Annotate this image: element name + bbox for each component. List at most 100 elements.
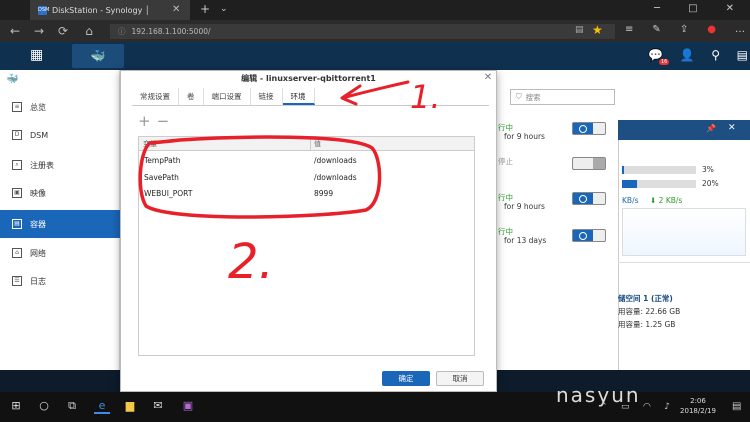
- container-toggle[interactable]: [572, 157, 606, 170]
- browser-toolbar-icons: ≡ ✎ ⇪ ● …: [625, 24, 745, 35]
- container-toggle[interactable]: [572, 192, 606, 205]
- sidebar-item-dsm[interactable]: D DSM: [0, 122, 120, 148]
- adblock-icon[interactable]: ●: [707, 24, 716, 35]
- back-button[interactable]: ←: [6, 22, 24, 40]
- dialog-close-icon[interactable]: ✕: [482, 72, 494, 84]
- overview-icon: ≡: [12, 102, 22, 112]
- env-value: /downloads: [314, 156, 357, 165]
- ok-button[interactable]: 确定: [382, 371, 430, 386]
- reading-view-icon[interactable]: ▤: [575, 25, 584, 35]
- action-center-icon[interactable]: ▤: [732, 401, 741, 412]
- browser-tab[interactable]: DSM DiskStation - Synology │: [30, 0, 190, 20]
- notes-icon[interactable]: ✎: [652, 24, 660, 35]
- container-toggle[interactable]: [572, 122, 606, 135]
- table-row[interactable]: TempPath /downloads: [139, 153, 474, 169]
- sidebar-item-registry[interactable]: ⌕ 注册表: [0, 152, 120, 178]
- notification-badge: 16: [659, 59, 670, 65]
- favorite-star-icon[interactable]: ★: [592, 23, 603, 37]
- sidebar-item-label: 总览: [30, 102, 46, 112]
- user-icon[interactable]: 👤: [680, 48, 695, 62]
- search-icon[interactable]: ⚲: [711, 48, 720, 62]
- tab-list-chevron-icon[interactable]: ⌄: [220, 4, 228, 14]
- sidebar-item-label: 容器: [30, 219, 46, 229]
- ram-bar: [622, 180, 696, 188]
- table-row[interactable]: WEBUI_PORT 8999: [139, 186, 474, 202]
- close-tab-icon[interactable]: ✕: [172, 4, 180, 15]
- column-divider: [310, 137, 311, 151]
- env-name: TempPath: [144, 156, 181, 165]
- remove-variable-button[interactable]: −: [157, 112, 176, 130]
- search-input[interactable]: ⛉ 搜索: [510, 89, 615, 105]
- cpu-bar-fill: [622, 166, 625, 174]
- file-explorer-icon[interactable]: ▆: [122, 398, 138, 414]
- tray-chevron-icon[interactable]: ⌃: [600, 402, 608, 412]
- pin-icon[interactable]: 📌: [706, 124, 716, 133]
- refresh-button[interactable]: ⟳: [54, 22, 72, 40]
- docker-sidebar: 🐳 ≡ 总览 D DSM ⌕ 注册表 ▣ 映像 ▤ 容器 ⌂ 网络 ☰ 日志: [0, 70, 120, 370]
- sidebar-item-image[interactable]: ▣ 映像: [0, 180, 120, 206]
- more-icon[interactable]: …: [735, 24, 745, 35]
- forward-button[interactable]: →: [30, 22, 48, 40]
- container-toggle[interactable]: [572, 229, 606, 242]
- hub-icon[interactable]: ≡: [625, 24, 633, 35]
- container-row[interactable]: 停止: [490, 150, 615, 190]
- tray-icons: ⌃ ▭ ◠ ♪: [600, 402, 670, 412]
- share-icon[interactable]: ⇪: [680, 24, 688, 35]
- volume-icon[interactable]: ♪: [664, 402, 670, 412]
- tab-environment[interactable]: 环境: [282, 88, 315, 105]
- sidebar-item-network[interactable]: ⌂ 网络: [0, 240, 120, 266]
- tab-links[interactable]: 链接: [251, 88, 283, 105]
- add-remove-controls: +−: [138, 113, 178, 129]
- search-placeholder: 搜索: [525, 92, 541, 102]
- filter-icon: ⛉: [516, 92, 522, 101]
- sidebar-item-overview[interactable]: ≡ 总览: [0, 94, 120, 120]
- sidebar-item-log[interactable]: ☰ 日志: [0, 268, 120, 294]
- env-name: WEBUI_PORT: [144, 189, 193, 198]
- env-value: 8999: [314, 189, 334, 198]
- taskbar-clock[interactable]: 2:06 2018/2/19: [672, 396, 724, 416]
- maximize-icon[interactable]: □: [688, 3, 697, 14]
- widget-close-icon[interactable]: ✕: [728, 123, 736, 133]
- env-table: [138, 136, 475, 356]
- tab-port[interactable]: 端口设置: [204, 88, 251, 105]
- store-icon[interactable]: ▣: [180, 398, 196, 414]
- image-icon: ▣: [12, 188, 22, 198]
- cpu-value: 3%: [702, 165, 714, 174]
- edge-browser-icon[interactable]: e: [94, 398, 110, 414]
- tab-general[interactable]: 常规设置: [132, 88, 179, 105]
- sidebar-item-container[interactable]: ▤ 容器: [0, 210, 120, 238]
- wifi-icon[interactable]: ◠: [643, 402, 651, 412]
- task-view-icon[interactable]: ⧉: [64, 398, 80, 414]
- window-controls: ─ □ ✕: [640, 3, 748, 14]
- new-tab-button[interactable]: +: [200, 2, 210, 16]
- mail-icon[interactable]: ✉: [150, 398, 166, 414]
- registry-icon: ⌕: [12, 160, 22, 170]
- container-status: 停止: [498, 157, 513, 166]
- clock-date: 2018/2/19: [680, 407, 716, 415]
- main-menu-icon[interactable]: ▦: [30, 47, 43, 63]
- battery-icon[interactable]: ▭: [621, 402, 630, 412]
- table-row[interactable]: SavePath /downloads: [139, 170, 474, 186]
- container-uptime: for 13 days: [504, 236, 547, 245]
- cancel-button[interactable]: 取消: [436, 371, 484, 386]
- home-button[interactable]: ⌂: [80, 22, 98, 40]
- dialog-title: 编辑 - linuxserver-qbittorrent1: [241, 74, 376, 83]
- net-down-value: ⬇ 2 KB/s: [650, 196, 683, 205]
- clock-time: 2:06: [690, 397, 706, 405]
- cortana-icon[interactable]: ○: [36, 398, 52, 414]
- widget-header: 📌 ✕: [618, 120, 750, 140]
- windows-start-icon[interactable]: ⊞: [8, 398, 24, 414]
- docker-app-icon[interactable]: 🐳: [72, 44, 124, 68]
- dialog-tabs: 常规设置 卷 端口设置 链接 环境: [132, 88, 489, 106]
- widgets-icon[interactable]: ▤: [737, 48, 748, 62]
- info-icon: ⓘ: [118, 27, 126, 36]
- sidebar-item-label: 映像: [30, 188, 46, 198]
- dsm-favicon-icon: DSM: [38, 5, 50, 15]
- url-input[interactable]: ⓘ 192.168.1.100:5000/: [110, 24, 615, 39]
- network-icon: ⌂: [12, 248, 22, 258]
- tab-volume[interactable]: 卷: [179, 88, 204, 105]
- container-row[interactable]: 行中 for 13 days: [490, 222, 615, 262]
- add-variable-button[interactable]: +: [138, 112, 157, 130]
- minimize-icon[interactable]: ─: [654, 3, 660, 14]
- close-window-icon[interactable]: ✕: [726, 3, 734, 14]
